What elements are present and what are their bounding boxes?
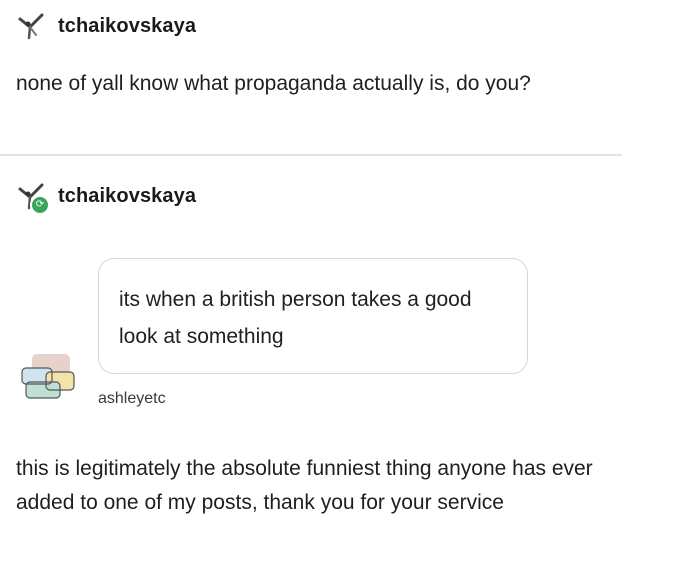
user-avatar[interactable] <box>16 11 46 41</box>
post-divider <box>0 154 622 156</box>
answer-text: this is legitimately the absolute funnie… <box>16 457 593 514</box>
dancer-avatar-icon <box>18 13 44 40</box>
reblog-header: ⟳ tchaikovskaya <box>16 178 196 215</box>
ask-question-text: its when a british person takes a good l… <box>119 288 472 348</box>
reblogger-username-link[interactable]: tchaikovskaya <box>58 185 196 208</box>
reblogger-avatar[interactable]: ⟳ <box>16 181 50 215</box>
ask-bubble: its when a british person takes a good l… <box>98 258 528 374</box>
original-post-text: none of yall know what propaganda actual… <box>16 72 531 95</box>
username-link[interactable]: tchaikovskaya <box>58 15 196 38</box>
asker-avatar-icon <box>21 354 75 399</box>
asker-avatar[interactable] <box>18 350 78 408</box>
reblog-icon: ⟳ <box>30 195 50 215</box>
asker-username[interactable]: ashleyetc <box>98 390 166 408</box>
original-post-header: tchaikovskaya <box>16 10 196 42</box>
